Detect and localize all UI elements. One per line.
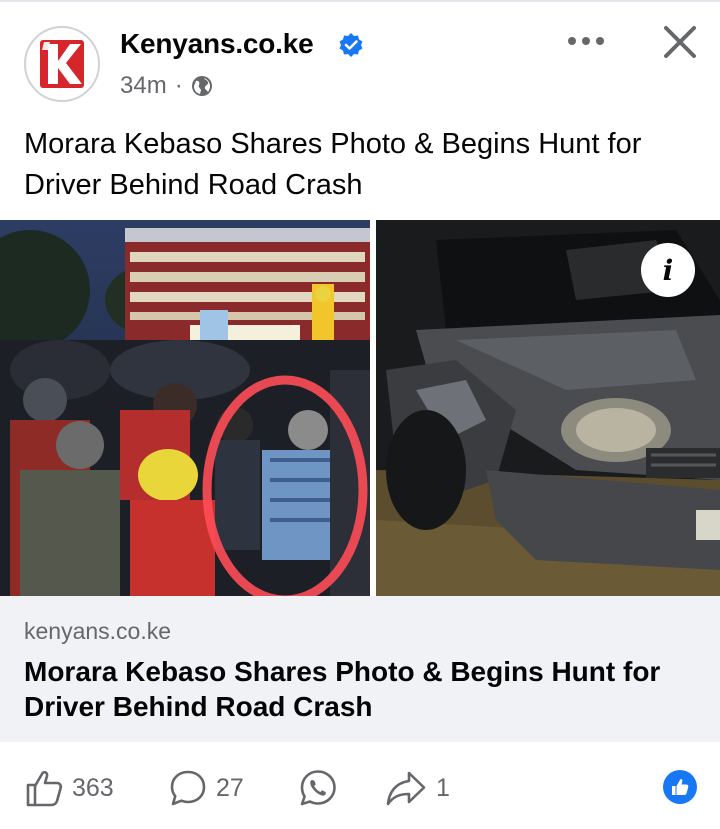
whatsapp-icon [300,770,336,806]
info-icon: i [662,253,674,287]
share-count: 1 [436,773,450,802]
comment-icon [170,770,206,806]
close-icon[interactable] [656,18,704,66]
more-options-button[interactable] [564,24,608,58]
whatsapp-share-button[interactable] [298,760,338,816]
comment-button[interactable]: 27 [168,760,244,816]
link-title: Morara Kebaso Shares Photo & Begins Hunt… [24,656,661,722]
action-bar: 363 27 1 [0,760,720,816]
post-photos[interactable] [0,220,720,596]
info-button[interactable]: i [641,243,695,297]
post-meta: 34m · [120,72,213,100]
share-arrow-icon [386,771,426,806]
meta-separator: · [174,72,183,99]
crowd-photo-image [0,220,370,596]
link-domain: kenyans.co.ke [24,618,172,644]
kenyans-logo-icon [28,30,96,98]
globe-icon [191,76,212,96]
reaction-like-button[interactable] [663,770,697,804]
verified-badge-icon [339,33,363,57]
thumbs-up-icon [26,770,63,807]
like-button[interactable]: 363 [24,760,114,816]
like-filled-icon [672,779,689,795]
like-count: 363 [72,773,114,802]
link-preview-card[interactable]: kenyans.co.ke Morara Kebaso Shares Photo… [0,596,720,742]
share-button[interactable]: 1 [384,760,450,816]
page-name[interactable]: Kenyans.co.ke [120,28,314,60]
post-text: Morara Kebaso Shares Photo & Begins Hunt… [24,128,642,201]
comment-count: 27 [216,773,244,802]
more-dots-icon [568,37,604,45]
post-time[interactable]: 34m [120,72,167,100]
crowd-photo[interactable] [0,220,370,596]
top-divider [0,0,720,2]
page-avatar[interactable] [24,26,100,102]
